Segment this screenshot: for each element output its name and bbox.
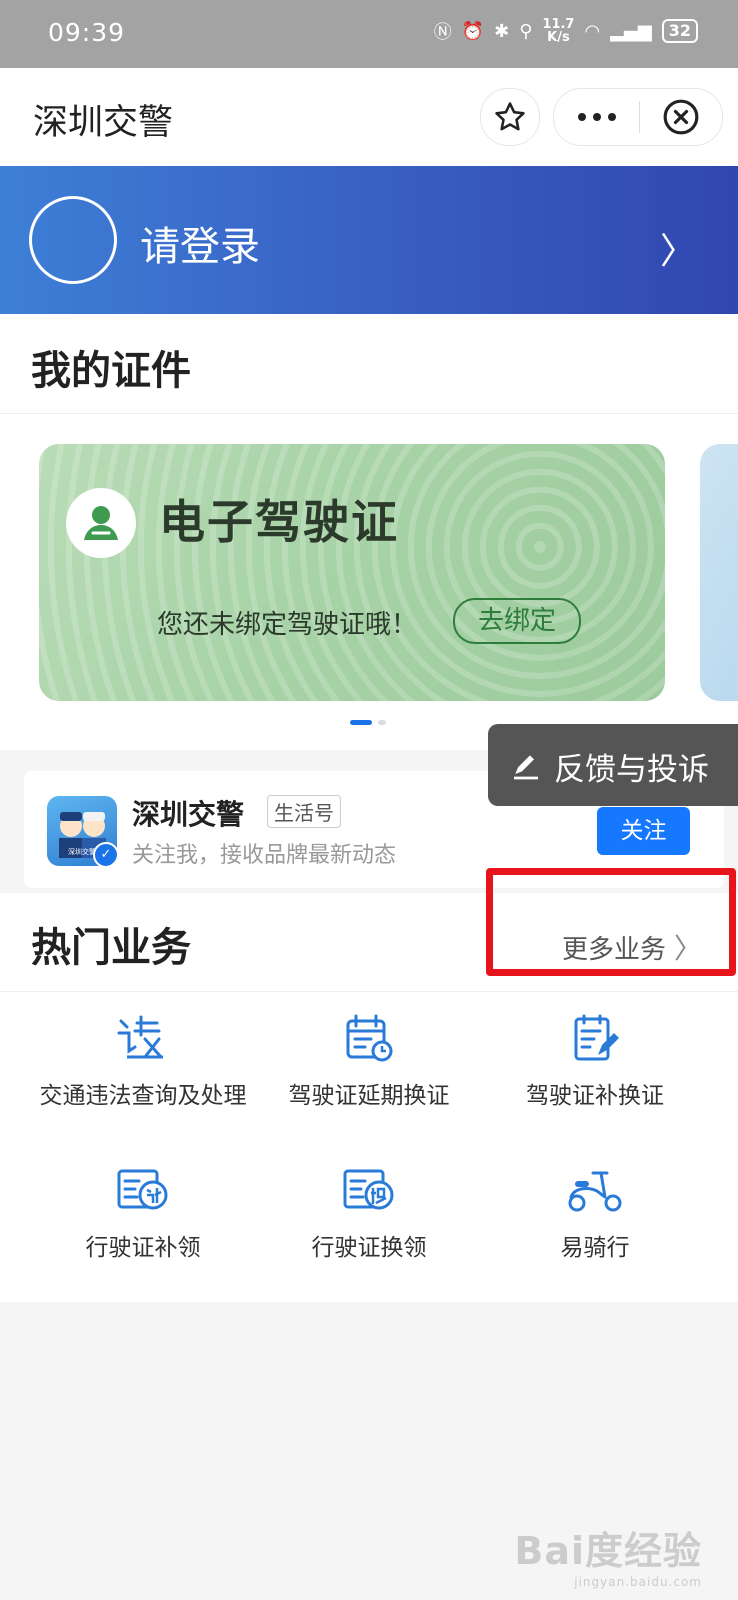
close-icon[interactable] <box>662 98 700 136</box>
card-reissue-icon <box>20 1162 266 1218</box>
signal-icon: ▂▄▆ <box>610 20 652 42</box>
watermark-text: Bai度经验 <box>514 1529 702 1573</box>
service-label: 驾驶证补换证 <box>526 1083 664 1109</box>
title-bar: 深圳交警 <box>0 68 738 166</box>
e-driving-license-card[interactable]: 电子驾驶证 您还未绑定驾驶证哦！ 去绑定 <box>39 444 665 701</box>
feedback-button[interactable]: 反馈与投诉 <box>488 724 738 806</box>
service-item-license-replacement[interactable]: 驾驶证补换证 <box>472 1010 718 1110</box>
service-label: 行驶证换领 <box>311 1235 427 1261</box>
follow-button[interactable]: 关注 <box>597 807 690 855</box>
account-logo: 深圳交警 ✓ <box>47 796 117 866</box>
chevron-right-icon: 〉 <box>659 231 696 272</box>
service-item-license-renewal[interactable]: 驾驶证延期换证 <box>246 1010 492 1110</box>
bluetooth-icon: ✱ <box>494 20 510 42</box>
avatar <box>29 196 117 284</box>
card-title: 电子驾驶证 <box>159 495 399 549</box>
carousel-indicator <box>350 720 386 725</box>
alarm-icon: ⏰ <box>461 20 485 42</box>
page-title: 深圳交警 <box>33 103 174 143</box>
wifi-icon: ◠ <box>584 20 601 42</box>
service-label: 交通违法查询及处理 <box>39 1083 247 1109</box>
status-icons: Ⓝ ⏰ ✱ ⚲ 11.7 K/s ◠ ▂▄▆ 32 <box>434 18 698 44</box>
baidu-watermark: Bai度经验 jingyan.baidu.com <box>514 1520 702 1589</box>
calendar-clock-icon <box>246 1010 492 1066</box>
location-icon: ⚲ <box>519 20 533 42</box>
service-label: 行驶证补领 <box>85 1235 201 1261</box>
services-grid: 交通违法查询及处理 驾驶证延期换证 驾驶证补换证 行驶证补领 行驶证换领 易骑行 <box>0 992 738 1302</box>
service-item-traffic-violation[interactable]: 交通违法查询及处理 <box>20 1010 266 1110</box>
section-heading: 我的证件 <box>31 348 191 394</box>
speed-unit: K/s <box>547 30 570 45</box>
feedback-label: 反馈与投诉 <box>554 752 709 788</box>
verified-icon: ✓ <box>93 842 117 866</box>
menu-capsule <box>553 88 723 146</box>
violation-icon <box>20 1010 266 1066</box>
certificate-carousel[interactable]: 电子驾驶证 您还未绑定驾驶证哦！ 去绑定 <box>0 414 738 750</box>
more-icon[interactable] <box>577 112 617 122</box>
indicator-dot <box>378 720 386 725</box>
battery-indicator: 32 <box>661 19 698 43</box>
section-heading: 热门业务 <box>31 925 191 971</box>
account-description: 关注我，接收品牌最新动态 <box>132 843 397 868</box>
card-exchange-icon <box>246 1162 492 1218</box>
star-icon <box>495 102 525 131</box>
scooter-icon <box>472 1162 718 1218</box>
service-label: 易骑行 <box>560 1235 630 1261</box>
next-certificate-card[interactable] <box>700 444 738 701</box>
highlight-box <box>486 868 736 976</box>
service-item-easy-ride[interactable]: 易骑行 <box>472 1162 718 1262</box>
account-name: 深圳交警 <box>132 798 245 831</box>
service-item-vehicle-license-reissue[interactable]: 行驶证补领 <box>20 1162 266 1262</box>
watermark-url: jingyan.baidu.com <box>574 1575 702 1589</box>
login-prompt: 请登录 <box>140 224 260 270</box>
indicator-dot-active <box>350 720 372 725</box>
favorite-button[interactable] <box>480 88 540 146</box>
bind-license-button[interactable]: 去绑定 <box>453 598 581 644</box>
service-label: 驾驶证延期换证 <box>288 1083 450 1109</box>
card-message: 您还未绑定驾驶证哦！ <box>157 610 418 640</box>
driver-icon <box>66 488 136 558</box>
status-time: 09:39 <box>48 18 126 47</box>
svg-text:深圳交警: 深圳交警 <box>68 847 96 856</box>
status-bar: 09:39 Ⓝ ⏰ ✱ ⚲ 11.7 K/s ◠ ▂▄▆ 32 <box>0 0 738 68</box>
login-banner[interactable]: 请登录 〉 <box>0 166 738 314</box>
network-speed: 11.7 K/s <box>542 18 574 44</box>
capsule-divider <box>638 101 640 133</box>
my-certificates-header: 我的证件 <box>0 314 738 414</box>
document-edit-icon <box>472 1010 718 1066</box>
account-tag: 生活号 <box>267 795 341 828</box>
nfc-icon: Ⓝ <box>433 22 452 43</box>
pencil-icon <box>514 755 538 780</box>
service-item-vehicle-license-exchange[interactable]: 行驶证换领 <box>246 1162 492 1262</box>
